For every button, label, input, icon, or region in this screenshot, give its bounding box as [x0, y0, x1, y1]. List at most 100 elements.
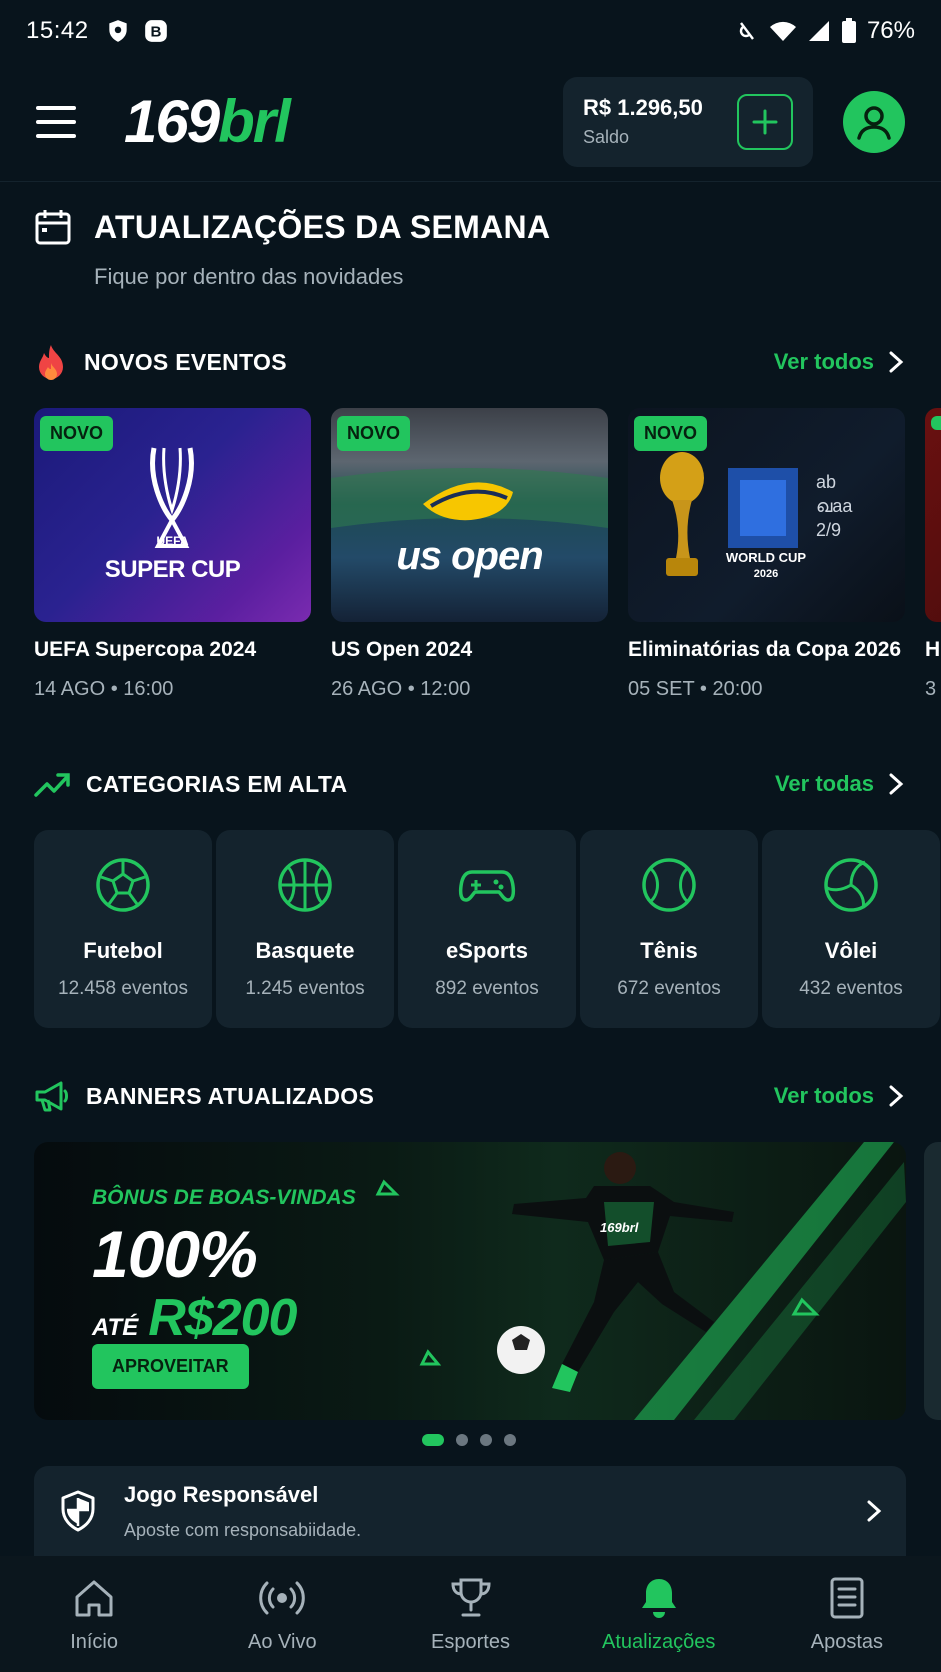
- event-title: UEFA Supercopa 2024: [34, 638, 257, 661]
- status-bar: 15:42 B 76%: [0, 0, 941, 62]
- banners-header: BANNERS ATUALIZADOS Ver todos: [34, 1076, 904, 1116]
- event-date: 3: [925, 678, 937, 700]
- nav-atualizacoes[interactable]: Atualizações: [565, 1556, 753, 1672]
- bottom-navigation: Início Ao Vivo Esportes Atualizações Apo…: [0, 1556, 941, 1672]
- see-all-categories-link[interactable]: Ver todas: [775, 771, 904, 797]
- claim-bonus-button[interactable]: APROVEITAR: [92, 1344, 249, 1389]
- category-count: 432 eventos: [799, 978, 903, 999]
- new-badge: NOVO: [634, 416, 708, 451]
- category-card-esports[interactable]: eSports 892 eventos: [398, 830, 576, 1028]
- new-events-header: NOVOS EVENTOS Ver todos: [34, 342, 904, 382]
- categories-header: CATEGORIAS EM ALTA Ver todas: [34, 764, 904, 804]
- bet-slip-icon: [830, 1577, 864, 1618]
- nav-label: Atualizações: [602, 1630, 716, 1653]
- nav-label: Apostas: [810, 1630, 884, 1653]
- event-date: 14 AGO • 16:00: [34, 678, 174, 700]
- event-art-text: us open: [396, 534, 543, 578]
- carousel-dot[interactable]: [480, 1434, 492, 1446]
- bonus-highlight: BOAS-VINDAS: [208, 1186, 356, 1209]
- shield-icon: [61, 1490, 95, 1532]
- menu-line: [36, 119, 76, 124]
- category-card-futebol[interactable]: Futebol 12.458 eventos: [34, 830, 212, 1028]
- nav-esportes[interactable]: Esportes: [376, 1556, 564, 1672]
- bonus-amount: R$200: [148, 1289, 297, 1347]
- menu-line: [36, 133, 76, 138]
- category-card-basquete[interactable]: Basquete 1.245 eventos: [216, 830, 394, 1028]
- chevron-right-icon: [889, 1085, 904, 1107]
- event-title: US Open 2024: [331, 638, 473, 661]
- home-icon: [75, 1580, 113, 1616]
- plus-icon: [752, 109, 778, 134]
- event-card[interactable]: ab ഖaa 2/9 WORLD CUP 2026 NOVO Eliminató…: [628, 408, 905, 701]
- battery-percent: 76%: [866, 17, 915, 44]
- gamepad-icon: [458, 870, 516, 902]
- event-image: UEFA SUPER CUP NOVO: [34, 408, 311, 622]
- bell-icon: [641, 1578, 676, 1618]
- category-name: Basquete: [255, 938, 355, 963]
- event-card[interactable]: UEFA SUPER CUP NOVO UEFA Supercopa 2024 …: [34, 408, 311, 701]
- section-title: NOVOS EVENTOS: [84, 348, 287, 375]
- trending-up-icon: [34, 773, 70, 797]
- carousel-dot[interactable]: [504, 1434, 516, 1446]
- nav-inicio[interactable]: Início: [0, 1556, 188, 1672]
- event-image: [925, 408, 941, 622]
- brand-logo[interactable]: 169brl: [124, 87, 291, 156]
- promo-banner[interactable]: 169brl BÔNUS DE BOAS-VINDAS 100% ATÉ R$2…: [34, 1142, 906, 1420]
- balance-label: Saldo: [583, 127, 630, 147]
- new-badge: [931, 416, 941, 430]
- bonus-percent: 100%: [92, 1217, 258, 1291]
- see-all-label: Ver todos: [773, 1083, 874, 1108]
- see-all-banners-link[interactable]: Ver todos: [774, 1083, 904, 1109]
- category-count: 672 eventos: [617, 978, 721, 999]
- event-card[interactable]: us open NOVO US Open 2024 26 AGO • 12:00: [331, 408, 608, 701]
- banner-eyebrow: BÔNUS DE BOAS-VINDAS: [92, 1186, 356, 1210]
- logo-suffix: brl: [218, 88, 291, 155]
- add-funds-button[interactable]: [737, 93, 793, 150]
- category-card-volei[interactable]: Vôlei 432 eventos: [762, 830, 940, 1028]
- event-date: 26 AGO • 12:00: [331, 678, 471, 700]
- event-card[interactable]: Hi 3: [925, 408, 941, 701]
- user-avatar[interactable]: [843, 90, 905, 153]
- wifi-icon: [769, 21, 796, 41]
- battery-icon: [841, 18, 856, 43]
- categories-carousel[interactable]: Futebol 12.458 eventos Basquete 1.245 ev…: [34, 830, 941, 1028]
- b-notification-icon: B: [144, 20, 167, 42]
- section-title: CATEGORIAS EM ALTA: [86, 770, 348, 797]
- next-banner-peek[interactable]: [924, 1142, 941, 1420]
- responsible-gaming-card[interactable]: Jogo Responsável Aposte com responsabiid…: [34, 1466, 906, 1556]
- nav-label: Esportes: [431, 1630, 510, 1653]
- bonus-amount-line: ATÉ R$200: [92, 1288, 297, 1348]
- see-all-events-link[interactable]: Ver todos: [774, 349, 904, 375]
- fire-icon: [39, 345, 63, 380]
- chevron-right-icon: [867, 1500, 882, 1522]
- svg-text:ഖaa: ഖaa: [816, 496, 853, 516]
- category-count: 1.245 eventos: [245, 978, 365, 999]
- signal-icon: [808, 21, 829, 41]
- see-all-label: Ver todos: [773, 349, 874, 374]
- event-image: ab ഖaa 2/9 WORLD CUP 2026 NOVO: [628, 408, 905, 622]
- nav-apostas[interactable]: Apostas: [753, 1556, 941, 1672]
- event-date: 05 SET • 20:00: [628, 678, 763, 700]
- see-all-label: Ver todas: [774, 771, 874, 796]
- responsible-title: Jogo Responsável: [124, 1481, 319, 1507]
- svg-text:2/9: 2/9: [816, 520, 841, 540]
- user-icon: [857, 105, 891, 140]
- carousel-dot[interactable]: [422, 1434, 444, 1446]
- new-badge: NOVO: [40, 416, 114, 451]
- new-badge: NOVO: [337, 416, 411, 451]
- balance-texts: R$ 1.296,50 Saldo: [583, 95, 703, 148]
- carousel-dot[interactable]: [456, 1434, 468, 1446]
- balance-card[interactable]: R$ 1.296,50 Saldo: [563, 76, 813, 167]
- page-subtitle: Fique por dentro das novidades: [94, 264, 404, 289]
- category-name: Tênis: [640, 938, 698, 963]
- status-time: 15:42: [26, 17, 89, 44]
- status-right: 76%: [735, 17, 915, 45]
- category-card-tenis[interactable]: Tênis 672 eventos: [580, 830, 758, 1028]
- event-art-subtext: UEFA: [156, 534, 189, 548]
- nav-label: Ao Vivo: [248, 1630, 317, 1653]
- menu-button[interactable]: [36, 98, 84, 146]
- calendar-icon: [35, 210, 71, 245]
- logo-number: 169: [124, 88, 220, 155]
- events-carousel[interactable]: UEFA SUPER CUP NOVO UEFA Supercopa 2024 …: [34, 408, 941, 708]
- nav-ao-vivo[interactable]: Ao Vivo: [188, 1556, 376, 1672]
